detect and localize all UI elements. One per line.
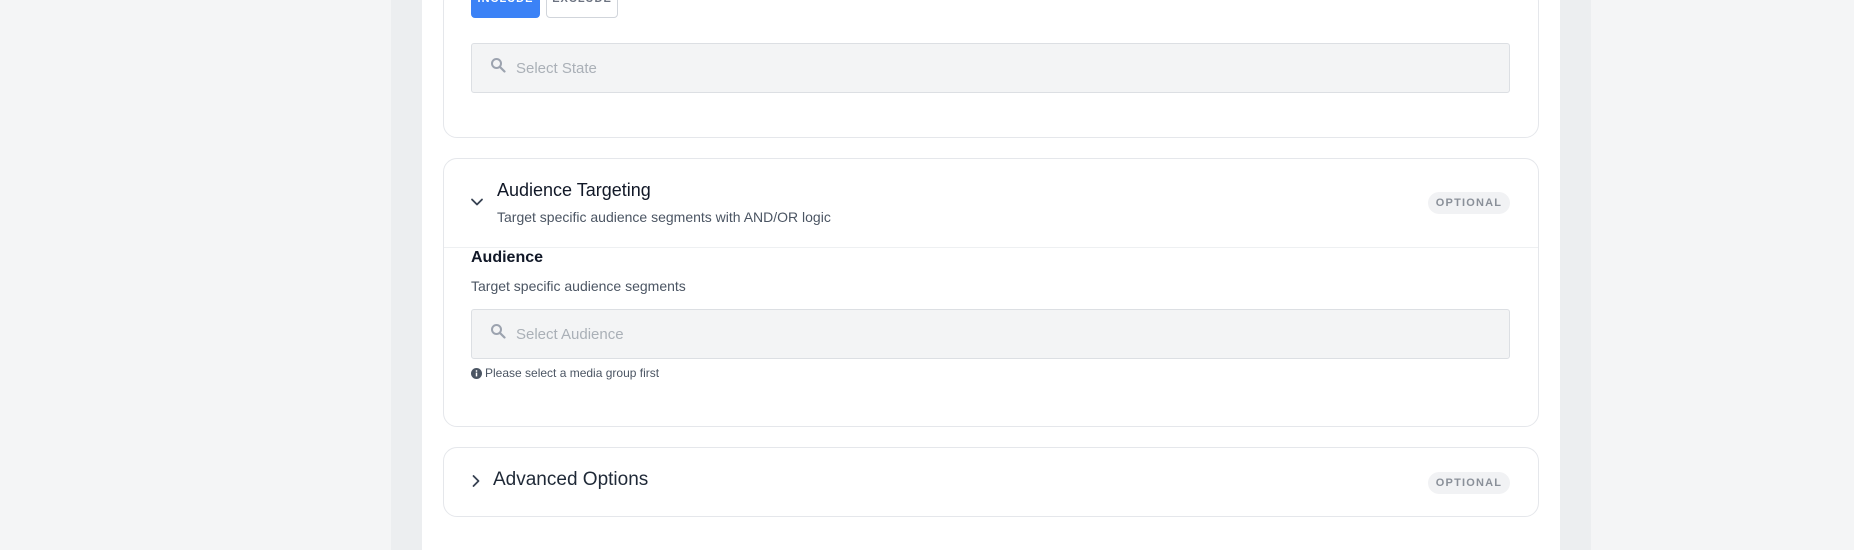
audience-field-help: Target specific audience segments	[471, 278, 686, 294]
notice-text: Please select a media group first	[485, 366, 660, 380]
audience-section-subtitle: Target specific audience segments with A…	[497, 209, 831, 225]
include-button[interactable]: INCLUDE	[471, 0, 540, 18]
chevron-down-icon[interactable]	[470, 195, 484, 209]
state-select-placeholder: Select State	[516, 59, 597, 77]
info-icon	[471, 367, 482, 379]
search-icon	[491, 324, 506, 339]
advanced-section-title[interactable]: Advanced Options	[493, 469, 648, 491]
audience-select-placeholder: Select Audience	[516, 325, 624, 343]
exclude-button[interactable]: EXCLUDE	[546, 0, 618, 18]
optional-badge: OPTIONAL	[1428, 472, 1510, 494]
chevron-right-icon[interactable]	[469, 474, 483, 488]
optional-badge: OPTIONAL	[1428, 192, 1510, 214]
audience-field-label: Audience	[471, 249, 544, 266]
state-select[interactable]: Select State	[471, 43, 1510, 93]
media-group-notice: Please select a media group first	[471, 366, 659, 380]
audience-select[interactable]: Select Audience	[471, 309, 1510, 359]
section-divider	[444, 247, 1538, 248]
audience-section-title[interactable]: Audience Targeting	[497, 180, 651, 201]
search-icon	[491, 58, 506, 73]
